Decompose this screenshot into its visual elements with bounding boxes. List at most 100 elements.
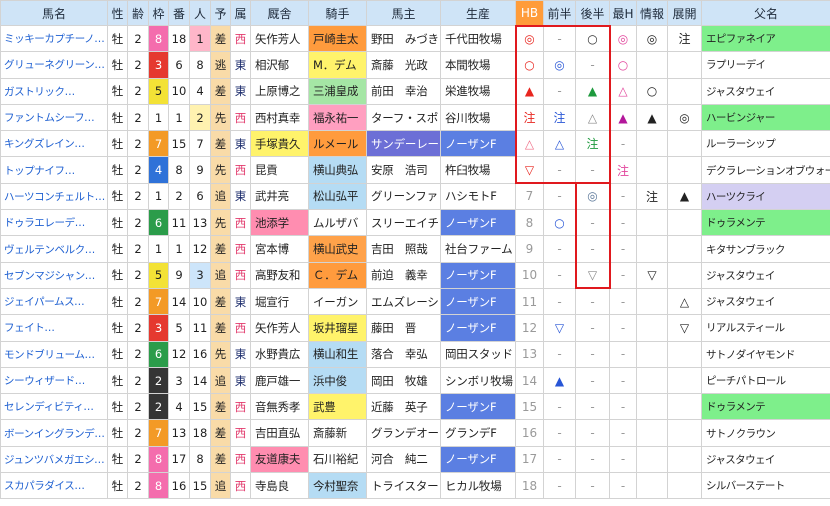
horse-name-link[interactable]: ミッキーカプチーノ… — [4, 33, 105, 45]
sex-cell: 牡 — [107, 419, 128, 447]
horse-name-link[interactable]: グリューネグリーン… — [4, 59, 105, 71]
horse-name-link[interactable]: ファントムシーフ… — [4, 112, 95, 124]
horse-name-link[interactable]: ハーツコンチェルト… — [4, 191, 105, 203]
first-half-mark-cell: - — [543, 340, 576, 368]
trainer-cell: 相沢郁 — [250, 51, 309, 79]
age-cell: 2 — [127, 472, 149, 500]
popularity-rank-cell: 15 — [189, 472, 211, 500]
stable-region-cell: 西 — [230, 314, 251, 342]
stable-region-cell: 西 — [230, 209, 251, 237]
horse-name-link[interactable]: セレンディビティ… — [4, 401, 94, 413]
breeder-cell: ハシモトF — [440, 182, 516, 211]
second-half-mark-cell: 注 — [575, 130, 610, 158]
horse-name-link[interactable]: シーウィザード… — [4, 375, 85, 387]
horse-name-link[interactable]: モンドブリューム… — [4, 349, 95, 361]
sire-name-cell: ピーチパトロール — [701, 366, 830, 395]
horse-name-cell: ガストリック… — [0, 77, 108, 105]
horse-number-cell: 9 — [168, 261, 190, 289]
info-mark-cell — [636, 51, 668, 79]
frame-number-cell: 5 — [148, 77, 169, 105]
stable-region-cell: 東 — [230, 287, 251, 316]
running-style-cell: 差 — [210, 419, 231, 447]
first-half-mark-cell: - — [543, 287, 576, 316]
trainer-cell: 水野貴広 — [250, 340, 309, 368]
sex-cell: 牡 — [107, 209, 128, 237]
horse-name-link[interactable]: トップナイフ… — [4, 165, 75, 177]
stable-region-cell: 東 — [230, 51, 251, 79]
trainer-cell: 武井亮 — [250, 182, 309, 211]
pace-mark-cell — [667, 340, 702, 368]
horse-name-link[interactable]: ドゥラエレーデ… — [4, 217, 85, 229]
horse-name-link[interactable]: ガストリック… — [4, 86, 75, 98]
sex-cell: 牡 — [107, 393, 128, 421]
horse-name-link[interactable]: セブンマジシャン… — [4, 270, 95, 282]
owner-cell: 前迫 義幸 — [366, 261, 441, 289]
pace-mark-cell — [667, 209, 702, 237]
pace-mark-cell — [667, 445, 702, 474]
sire-name-cell: ジャスタウェイ — [701, 261, 830, 289]
stable-region-cell: 西 — [230, 393, 251, 421]
horse-name-link[interactable]: ヴェルテンベルク… — [4, 244, 95, 256]
column-header-info: 情報 — [636, 0, 668, 26]
column-header-sex: 性 — [107, 0, 128, 26]
owner-cell: ターフ・スポ — [366, 103, 441, 132]
horse-row: ボーンイングランデ… 牡 2 7 13 18 差西吉田直弘 斎藤新 グランデオー グランデF 16-… — [0, 419, 830, 447]
second-half-mark-cell: - — [575, 445, 610, 474]
sire-name-cell: ジャスタウェイ — [701, 77, 830, 105]
jockey-cell: イーガン — [308, 287, 367, 316]
age-cell: 2 — [127, 103, 149, 132]
popularity-rank-cell: 10 — [189, 287, 211, 316]
horse-name-link[interactable]: ジェイパームス… — [4, 296, 85, 308]
running-style-cell: 追 — [210, 366, 231, 395]
horse-name-cell: ファントムシーフ… — [0, 103, 108, 132]
horse-name-link[interactable]: スカパラダイス… — [4, 480, 85, 492]
sire-name-cell: サトノクラウン — [701, 419, 830, 447]
horse-row: セレンディビティ… 牡 2 2 4 15 差西音無秀孝 武豊 近藤 英子 ノーザンF 15- - - ドゥ… — [0, 393, 830, 421]
horse-row: キングズレイン… 牡 2 7 15 7 差東手塚貴久 ルメール サンデーレー ノーザンF △ △ 注 - ル… — [0, 130, 830, 158]
popularity-rank-cell: 16 — [189, 340, 211, 368]
sex-cell: 牡 — [107, 287, 128, 316]
sex-cell: 牡 — [107, 51, 128, 79]
running-style-cell: 差 — [210, 77, 231, 105]
horse-name-link[interactable]: ボーンイングランデ… — [4, 428, 105, 440]
first-half-mark-cell: ▽ — [543, 314, 576, 342]
info-mark-cell — [636, 235, 668, 263]
frame-number-cell: 1 — [148, 182, 169, 211]
pace-mark-cell: △ — [667, 287, 702, 316]
hb-mark-cell: 17 — [515, 445, 544, 474]
horse-name-link[interactable]: フェイト… — [4, 322, 55, 334]
column-header-second-half: 後半 — [575, 0, 610, 26]
popularity-rank-cell: 6 — [189, 182, 211, 211]
second-half-mark-cell: ○ — [575, 24, 610, 53]
horse-name-link[interactable]: キングズレイン… — [4, 138, 85, 150]
horse-number-cell: 18 — [168, 24, 190, 53]
second-half-mark-cell: - — [575, 51, 610, 79]
first-half-mark-cell: - — [543, 472, 576, 500]
pace-mark-cell — [667, 51, 702, 79]
jockey-cell: 松山弘平 — [308, 182, 367, 211]
max-h-mark-cell: - — [609, 340, 637, 368]
owner-cell: トライスター — [366, 472, 441, 500]
horse-name-link[interactable]: ジュンツバメガエシ… — [4, 454, 105, 466]
trainer-cell: 手塚貴久 — [250, 130, 309, 158]
column-header-trainer: 厩舎 — [250, 0, 309, 26]
age-cell: 2 — [127, 393, 149, 421]
jockey-cell: 石川裕紀 — [308, 445, 367, 474]
breeder-cell: ノーザンF — [440, 130, 516, 158]
horse-row: トップナイフ… 牡 2 4 8 9 先西昆貢 横山典弘 安原 浩司 杵臼牧場 ▽ - - 注デクラレーショ… — [0, 156, 830, 184]
jockey-cell: 横山武史 — [308, 235, 367, 263]
info-mark-cell — [636, 340, 668, 368]
first-half-mark-cell: - — [543, 156, 576, 184]
stable-region-cell: 西 — [230, 472, 251, 500]
owner-cell: 安原 浩司 — [366, 156, 441, 184]
column-header-first-half: 前半 — [543, 0, 576, 26]
age-cell: 2 — [127, 51, 149, 79]
stable-region-cell: 西 — [230, 24, 251, 53]
race-entry-table-container: 馬名 性 齢 枠 番 人 予 属 厩舎 騎手 馬主 生産 HB 前半 後半 最H… — [0, 0, 830, 506]
sex-cell: 牡 — [107, 182, 128, 211]
column-header-max-h: 最H — [609, 0, 637, 26]
info-mark-cell: ▽ — [636, 261, 668, 289]
breeder-cell: ノーザンF — [440, 261, 516, 289]
column-header-age: 齢 — [127, 0, 149, 26]
column-header-frame: 枠 — [148, 0, 169, 26]
